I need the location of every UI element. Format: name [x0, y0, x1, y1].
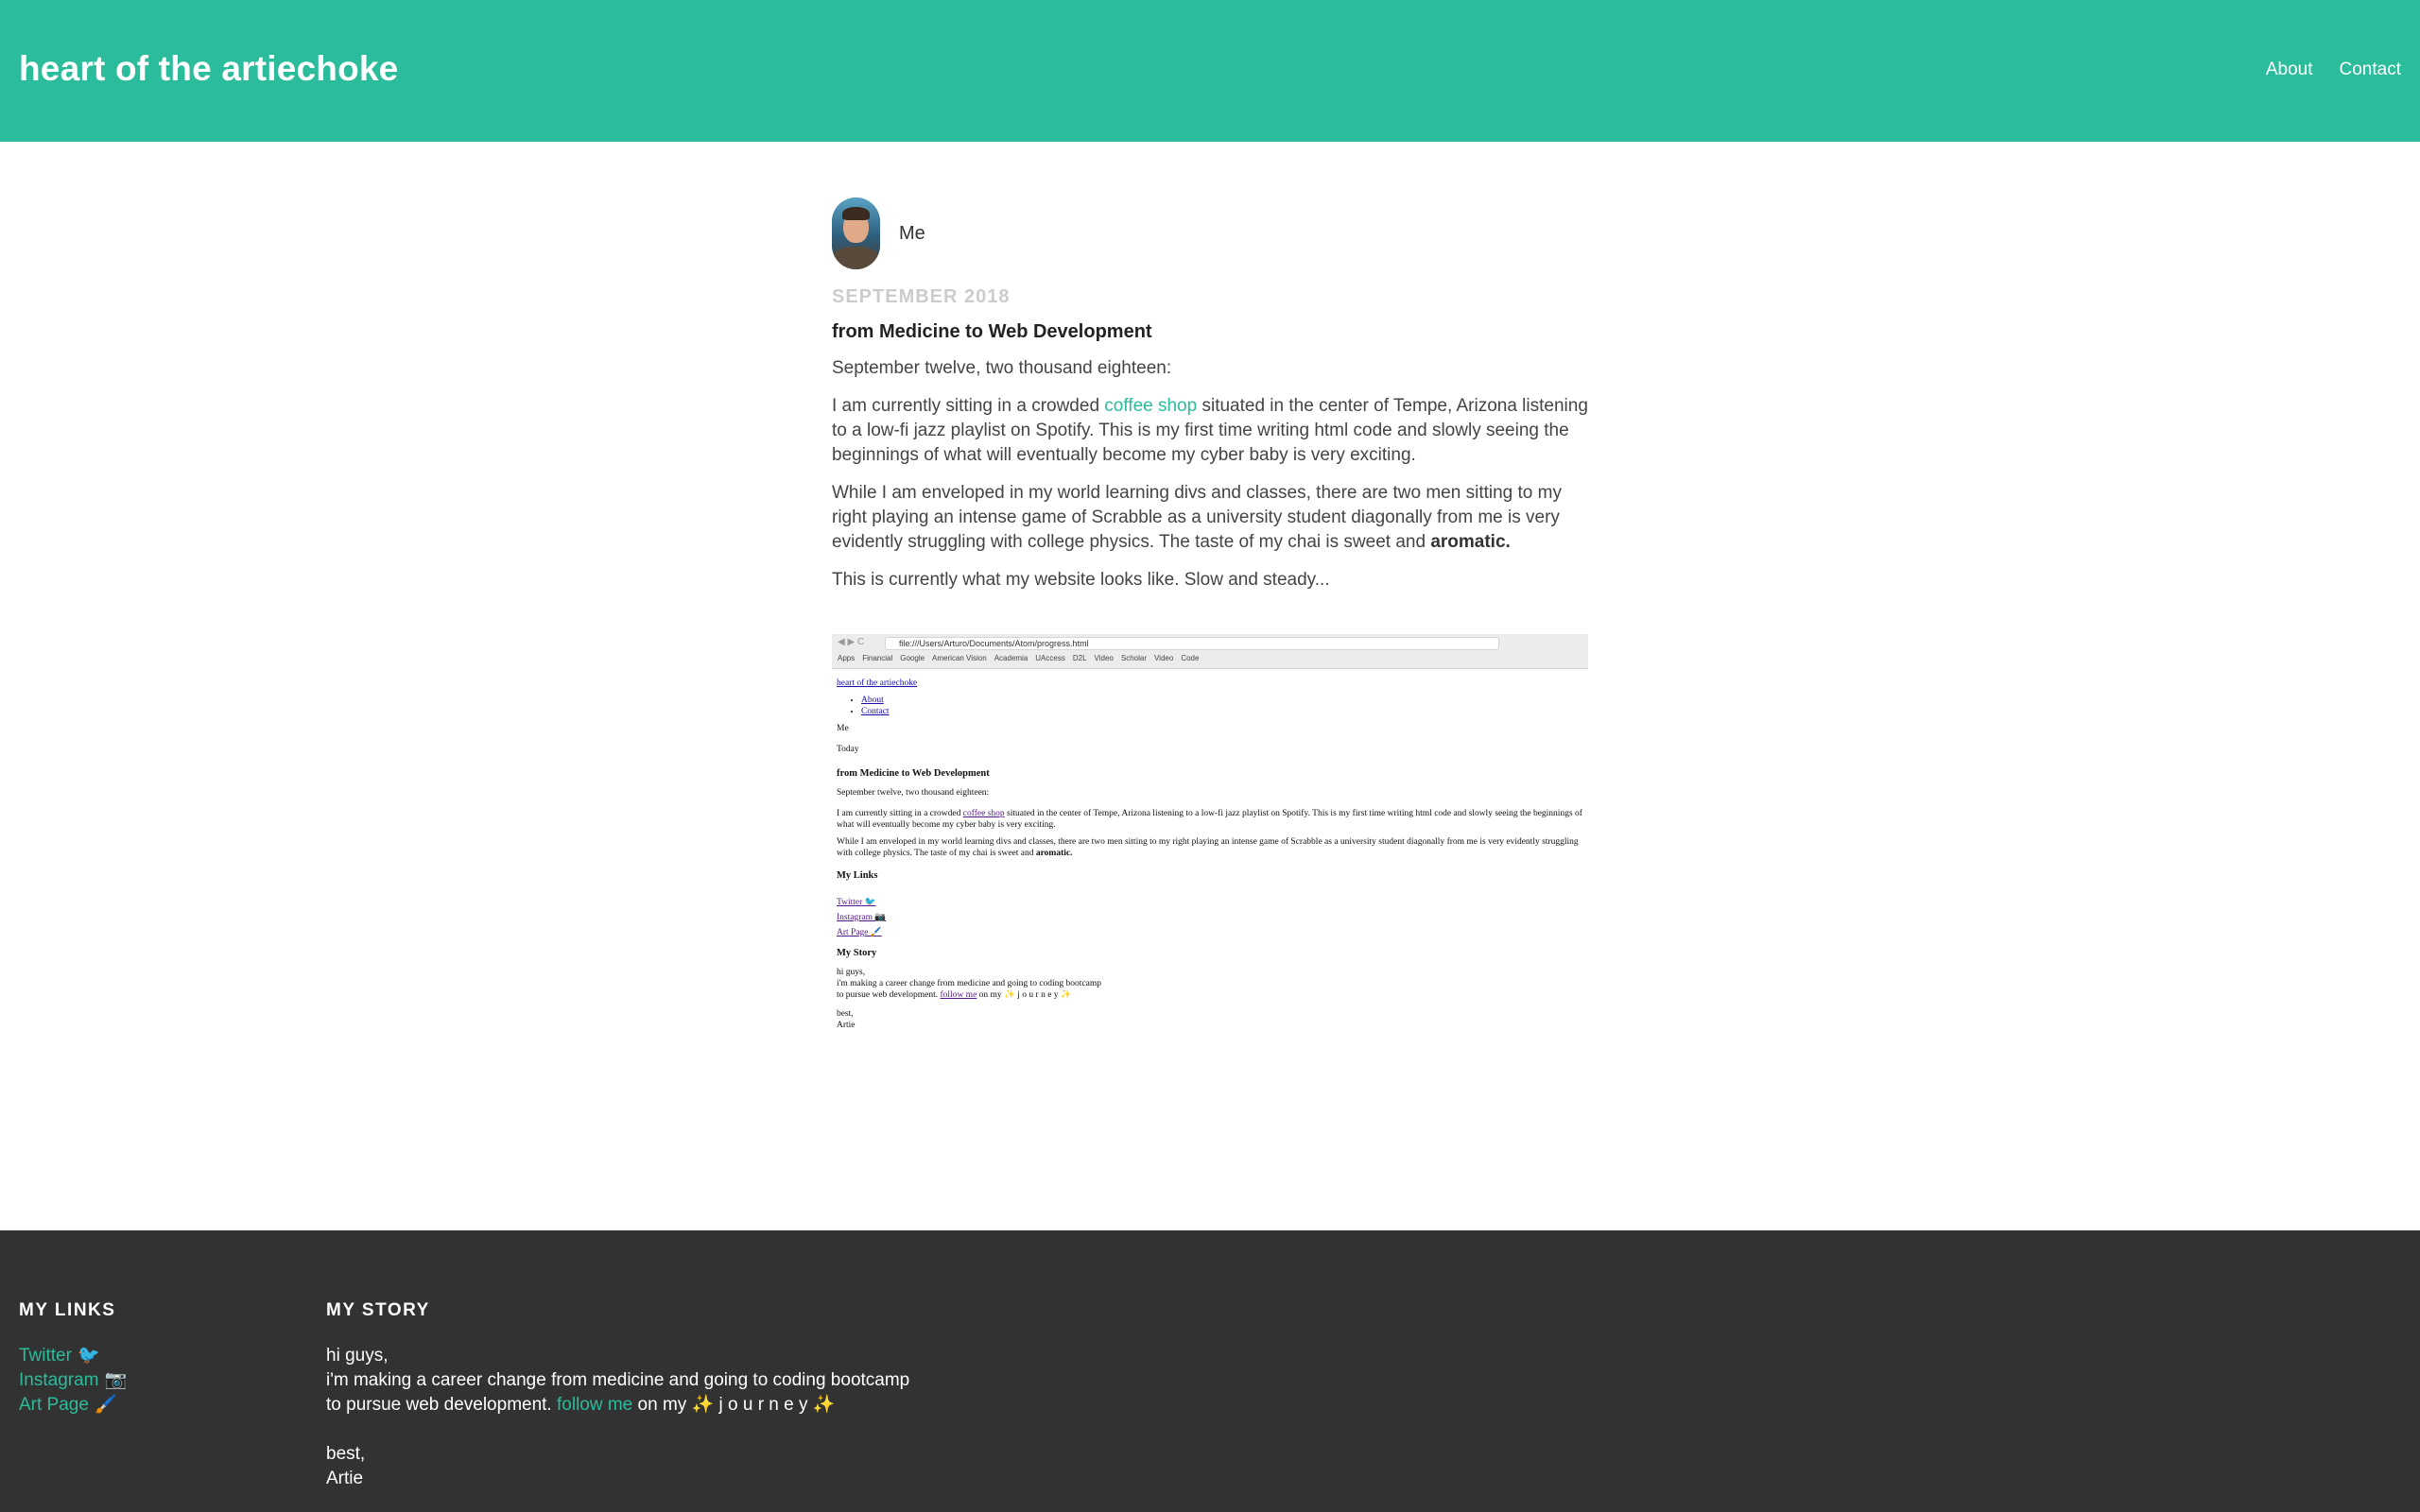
browser-url-bar: file:///Users/Arturo/Documents/Atom/prog… — [885, 637, 1499, 650]
post-content: Me SEPTEMBER 2018 from Medicine to Web D… — [832, 198, 1588, 1069]
post-date: SEPTEMBER 2018 — [832, 286, 1011, 307]
browser-nav-buttons: ◀ ▶ C — [838, 637, 865, 647]
my-links-heading: MY LINKS — [19, 1300, 116, 1320]
paintbrush-icon: 🖌️ — [94, 1395, 117, 1415]
post-paragraph-3: While I am enveloped in my world learnin… — [832, 483, 1562, 552]
site-footer: MY LINKS Twitter 🐦 Instagram 📷 Art Page 🖌️ … — [0, 1230, 2420, 1512]
signature: Artie — [326, 1469, 364, 1488]
post-paragraph-2: I am currently sitting in a crowded coff… — [832, 396, 1588, 465]
twitter-link[interactable]: Twitter — [19, 1346, 72, 1366]
follow-me-link[interactable]: follow me — [557, 1395, 632, 1415]
my-story-text: hi guys, i'm making a career change from… — [326, 1344, 1082, 1491]
signoff: best, — [326, 1444, 366, 1464]
browser-bookmarks-bar: Apps Financial Google American Vision Academ… — [838, 654, 1200, 662]
site-header: heart of the artiechoke About Contact — [0, 0, 2420, 142]
sparkles-icon: ✨ — [691, 1395, 715, 1415]
site-title[interactable]: heart of the artiechoke — [19, 49, 398, 89]
my-links-section: MY LINKS Twitter 🐦 Instagram 📷 Art Page 🖌️ — [19, 1300, 127, 1418]
my-story-section: MY STORY hi guys, i'm making a career ch… — [326, 1300, 1082, 1491]
art-page-link[interactable]: Art Page — [19, 1395, 89, 1415]
nav-contact-link[interactable]: Contact — [2340, 60, 2401, 80]
my-story-heading: MY STORY — [326, 1300, 430, 1320]
coffee-shop-link[interactable]: coffee shop — [1104, 396, 1197, 416]
post-paragraph-4: This is currently what my website looks … — [832, 570, 1330, 590]
list-item: Art Page 🖌️ — [19, 1393, 127, 1418]
story-line: i'm making a career change from medicine… — [326, 1370, 910, 1390]
instagram-link[interactable]: Instagram — [19, 1370, 98, 1390]
avatar — [832, 198, 880, 269]
main-nav: About Contact — [2266, 60, 2401, 80]
post-title: from Medicine to Web Development — [832, 321, 1152, 342]
author-name: Me — [899, 222, 925, 244]
author-row: Me — [832, 198, 1588, 269]
story-line: hi guys, — [326, 1346, 389, 1366]
list-item: Twitter 🐦 — [19, 1344, 127, 1368]
progress-screenshot: ◀ ▶ C file:///Users/Arturo/Documents/Ato… — [832, 634, 1588, 1069]
screenshot-page: heart of the artiechoke About Contact Me… — [832, 669, 1588, 1036]
list-item: Instagram 📷 — [19, 1368, 127, 1393]
sparkles-icon: ✨ — [812, 1395, 836, 1415]
bird-icon: 🐦 — [77, 1346, 100, 1366]
nav-about-link[interactable]: About — [2266, 60, 2313, 80]
camera-icon: 📷 — [104, 1370, 128, 1390]
story-line: to pursue web development. follow me on … — [326, 1395, 836, 1415]
post-paragraph-1: September twelve, two thousand eighteen: — [832, 358, 1172, 378]
browser-chrome: ◀ ▶ C file:///Users/Arturo/Documents/Ato… — [832, 634, 1588, 669]
